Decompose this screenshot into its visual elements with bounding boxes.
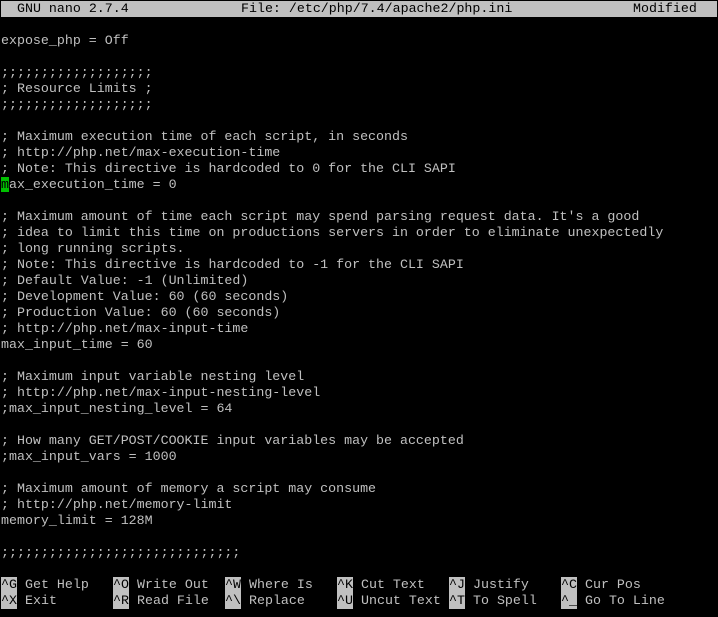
- editor-line: ; Note: This directive is hardcoded to 0…: [1, 161, 456, 176]
- shortcut-key: ^_: [561, 593, 577, 609]
- editor-line: ; long running scripts.: [1, 241, 185, 256]
- shortcut-cur-pos[interactable]: ^C Cur Pos: [561, 577, 641, 593]
- shortcut-label: Uncut Text: [361, 593, 441, 608]
- shortcut-key: ^O: [113, 577, 129, 593]
- shortcut-label: Cur Pos: [585, 577, 641, 592]
- shortcut-key: ^X: [1, 593, 17, 609]
- editor-line: ; Maximum amount of memory a script may …: [1, 481, 377, 496]
- editor-line: ; idea to limit this time on productions…: [1, 225, 664, 240]
- editor-text-area[interactable]: expose_php = Off ;;;;;;;;;;;;;;;;;;; ; R…: [1, 33, 717, 561]
- editor-line: ; How many GET/POST/COOKIE input variabl…: [1, 433, 464, 448]
- shortcut-go-to-line[interactable]: ^_ Go To Line: [561, 593, 665, 609]
- shortcut-key: ^C: [561, 577, 577, 593]
- nano-title-bar: GNU nano 2.7.4 File: /etc/php/7.4/apache…: [1, 1, 717, 17]
- shortcut-label: Justify: [473, 577, 529, 592]
- shortcut-label: To Spell: [473, 593, 537, 608]
- editor-line: ;;;;;;;;;;;;;;;;;;;: [1, 65, 153, 80]
- shortcut-get-help[interactable]: ^G Get Help: [1, 577, 89, 593]
- editor-line: ; Resource Limits ;: [1, 81, 153, 96]
- shortcut-label: Cut Text: [361, 577, 425, 592]
- editor-line: ; Maximum input variable nesting level: [1, 369, 305, 384]
- shortcut-cut-text[interactable]: ^K Cut Text: [337, 577, 425, 593]
- editor-line: ; Maximum amount of time each script may…: [1, 209, 640, 224]
- shortcut-key: ^W: [225, 577, 241, 593]
- shortcut-bar: ^G Get Help ^O Write Out ^W Where Is ^K Cut …: [1, 577, 717, 609]
- cursor-line-rest: ax_execution_time = 0: [8, 177, 177, 192]
- shortcut-key: ^U: [337, 593, 353, 609]
- editor-line-cursor: max_execution_time = 0: [1, 177, 717, 193]
- editor-line: ; Default Value: -1 (Unlimited): [1, 273, 249, 288]
- text-cursor: m: [1, 177, 9, 192]
- editor-line: max_input_time = 60: [1, 337, 153, 352]
- shortcut-label: Where Is: [249, 577, 313, 592]
- editor-line: ;;;;;;;;;;;;;;;;;;;;;;;;;;;;;;: [1, 545, 241, 560]
- shortcut-key: ^G: [1, 577, 17, 593]
- editor-line: ; Production Value: 60 (60 seconds): [1, 305, 281, 320]
- editor-line: memory_limit = 128M: [1, 513, 153, 528]
- shortcut-key: ^R: [113, 593, 129, 609]
- editor-line: ; Note: This directive is hardcoded to -…: [1, 257, 464, 272]
- shortcut-key: ^\: [225, 593, 241, 609]
- shortcut-key: ^J: [449, 577, 465, 593]
- shortcut-label: Exit: [25, 593, 57, 608]
- editor-line: expose_php = Off: [1, 33, 129, 48]
- editor-line: ;;;;;;;;;;;;;;;;;;;: [1, 97, 153, 112]
- terminal-window: GNU nano 2.7.4 File: /etc/php/7.4/apache…: [1, 1, 717, 616]
- modified-status: Modified: [633, 1, 697, 16]
- editor-line: ; http://php.net/max-input-nesting-level: [1, 385, 321, 400]
- shortcut-row-1: ^G Get Help ^O Write Out ^W Where Is ^K Cut …: [1, 577, 717, 593]
- editor-line: ; Maximum execution time of each script,…: [1, 129, 408, 144]
- editor-line: ;max_input_vars = 1000: [1, 449, 177, 464]
- shortcut-write-out[interactable]: ^O Write Out: [113, 577, 209, 593]
- shortcut-label: Go To Line: [585, 593, 665, 608]
- editor-line: ;max_input_nesting_level = 64: [1, 401, 233, 416]
- editor-line: ; http://php.net/memory-limit: [1, 497, 233, 512]
- shortcut-replace[interactable]: ^\ Replace: [225, 593, 305, 609]
- editor-line: ; http://php.net/max-input-time: [1, 321, 249, 336]
- shortcut-uncut-text[interactable]: ^U Uncut Text: [337, 593, 441, 609]
- editor-line: ; Development Value: 60 (60 seconds): [1, 289, 289, 304]
- shortcut-row-2: ^X Exit ^R Read File ^\ Replace ^U Uncut Tex…: [1, 593, 717, 609]
- shortcut-label: Write Out: [137, 577, 209, 592]
- shortcut-label: Read File: [137, 593, 209, 608]
- shortcut-label: Get Help: [25, 577, 89, 592]
- shortcut-label: Replace: [249, 593, 305, 608]
- shortcut-read-file[interactable]: ^R Read File: [113, 593, 209, 609]
- shortcut-exit[interactable]: ^X Exit: [1, 593, 57, 609]
- app-version: GNU nano 2.7.4: [17, 1, 129, 16]
- shortcut-key: ^T: [449, 593, 465, 609]
- editor-line: ; http://php.net/max-execution-time: [1, 145, 281, 160]
- file-path: File: /etc/php/7.4/apache2/php.ini: [241, 1, 513, 16]
- shortcut-key: ^K: [337, 577, 353, 593]
- shortcut-where-is[interactable]: ^W Where Is: [225, 577, 313, 593]
- shortcut-justify[interactable]: ^J Justify: [449, 577, 529, 593]
- shortcut-to-spell[interactable]: ^T To Spell: [449, 593, 537, 609]
